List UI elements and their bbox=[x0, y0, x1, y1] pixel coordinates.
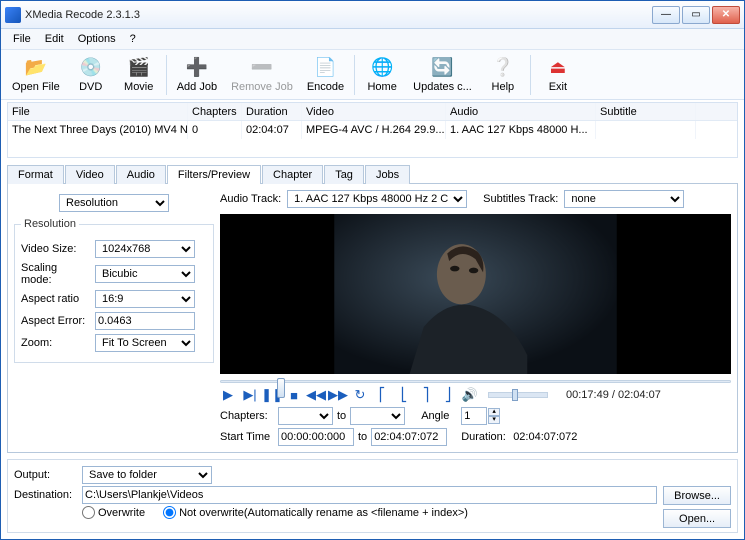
mark-out-button[interactable]: ⎦ bbox=[440, 387, 456, 403]
dvd-button[interactable]: 💿DVD bbox=[67, 53, 115, 97]
seek-slider[interactable] bbox=[220, 380, 731, 383]
audio-track-select[interactable]: 1. AAC 127 Kbps 48000 Hz 2 Channe bbox=[287, 190, 467, 208]
loop-button[interactable]: ↻ bbox=[352, 387, 368, 403]
tab-audio[interactable]: Audio bbox=[116, 165, 166, 184]
tab-jobs[interactable]: Jobs bbox=[365, 165, 410, 184]
movie-button[interactable]: 🎬Movie bbox=[115, 53, 163, 97]
plus-icon: ➕ bbox=[186, 57, 208, 79]
angle-up[interactable]: ▴ bbox=[488, 408, 500, 416]
aspect-error-field[interactable] bbox=[95, 312, 195, 330]
seek-thumb[interactable] bbox=[277, 378, 285, 398]
minimize-button[interactable]: — bbox=[652, 6, 680, 24]
col-chapters[interactable]: Chapters bbox=[188, 103, 242, 120]
tab-filters-preview[interactable]: Filters/Preview bbox=[167, 165, 261, 184]
refresh-icon: 🔄 bbox=[432, 57, 454, 79]
filters-panel: Resolution Resolution Video Size:1024x76… bbox=[7, 184, 738, 453]
col-file[interactable]: File bbox=[8, 103, 188, 120]
tab-chapter[interactable]: Chapter bbox=[262, 165, 323, 184]
menu-help[interactable]: ? bbox=[124, 31, 142, 47]
resolution-group: Resolution Video Size:1024x768 Scaling m… bbox=[14, 218, 214, 363]
browse-button[interactable]: Browse... bbox=[663, 486, 731, 505]
next-frame-button[interactable]: ▶| bbox=[242, 387, 258, 403]
scaling-mode-select[interactable]: Bicubic bbox=[95, 265, 195, 283]
encode-icon: 📄 bbox=[315, 57, 337, 79]
tab-tag[interactable]: Tag bbox=[324, 165, 364, 184]
end-time-field[interactable] bbox=[371, 428, 447, 446]
window-title: XMedia Recode 2.3.1.3 bbox=[25, 9, 652, 21]
toolbar: 📂Open File 💿DVD 🎬Movie ➕Add Job ➖Remove … bbox=[1, 50, 744, 100]
aspect-ratio-select[interactable]: 16:9 bbox=[95, 290, 195, 308]
titlebar: XMedia Recode 2.3.1.3 — ▭ ✕ bbox=[1, 1, 744, 29]
exit-icon: ⏏ bbox=[547, 57, 569, 79]
mark-a-button[interactable]: ⎣ bbox=[396, 387, 412, 403]
file-grid: File Chapters Duration Video Audio Subti… bbox=[7, 102, 738, 158]
maximize-button[interactable]: ▭ bbox=[682, 6, 710, 24]
preview-frame bbox=[220, 214, 731, 374]
file-row[interactable]: The Next Three Days (2010) MV4 NL ... 0 … bbox=[8, 121, 737, 139]
play-button[interactable]: ▶ bbox=[220, 387, 236, 403]
tab-video[interactable]: Video bbox=[65, 165, 115, 184]
close-button[interactable]: ✕ bbox=[712, 6, 740, 24]
help-button[interactable]: ❔Help bbox=[479, 53, 527, 97]
chapter-from-select[interactable] bbox=[278, 407, 333, 425]
open-file-button[interactable]: 📂Open File bbox=[5, 53, 67, 97]
mark-in-button[interactable]: ⎡ bbox=[374, 387, 390, 403]
menubar: File Edit Options ? bbox=[1, 29, 744, 50]
angle-down[interactable]: ▾ bbox=[488, 416, 500, 424]
menu-file[interactable]: File bbox=[7, 31, 37, 47]
angle-stepper[interactable]: ▴▾ bbox=[461, 407, 500, 425]
app-icon bbox=[5, 7, 21, 23]
col-video[interactable]: Video bbox=[302, 103, 446, 120]
encode-button[interactable]: 📄Encode bbox=[300, 53, 351, 97]
video-preview bbox=[220, 214, 731, 374]
time-display: 00:17:49 / 02:04:07 bbox=[566, 389, 661, 401]
stop-button[interactable]: ■ bbox=[286, 387, 302, 403]
col-audio[interactable]: Audio bbox=[446, 103, 596, 120]
not-overwrite-radio[interactable]: Not overwrite(Automatically rename as <f… bbox=[163, 506, 468, 519]
help-icon: ❔ bbox=[492, 57, 514, 79]
film-icon: 🎬 bbox=[128, 57, 150, 79]
destination-field[interactable] bbox=[82, 486, 657, 504]
open-button[interactable]: Open... bbox=[663, 509, 731, 528]
exit-button[interactable]: ⏏Exit bbox=[534, 53, 582, 97]
home-button[interactable]: 🌐Home bbox=[358, 53, 406, 97]
col-subtitle[interactable]: Subtitle bbox=[596, 103, 696, 120]
chapter-to-select[interactable] bbox=[350, 407, 405, 425]
forward-button[interactable]: ▶▶ bbox=[330, 387, 346, 403]
col-duration[interactable]: Duration bbox=[242, 103, 302, 120]
volume-slider[interactable] bbox=[488, 392, 548, 398]
updates-button[interactable]: 🔄Updates c... bbox=[406, 53, 479, 97]
remove-job-button: ➖Remove Job bbox=[224, 53, 300, 97]
volume-icon[interactable]: 🔊 bbox=[462, 387, 478, 403]
menu-edit[interactable]: Edit bbox=[39, 31, 70, 47]
disc-icon: 💿 bbox=[80, 57, 102, 79]
tab-format[interactable]: Format bbox=[7, 165, 64, 184]
minus-icon: ➖ bbox=[251, 57, 273, 79]
mark-b-button[interactable]: ⎤ bbox=[418, 387, 434, 403]
overwrite-radio[interactable]: Overwrite bbox=[82, 506, 145, 519]
playback-controls: ▶ ▶| ❚❚ ■ ◀◀ ▶▶ ↻ ⎡ ⎣ ⎤ ⎦ 🔊 00:17:49 / 0… bbox=[220, 387, 731, 403]
globe-icon: 🌐 bbox=[371, 57, 393, 79]
output-mode-select[interactable]: Save to folder bbox=[82, 466, 212, 484]
rewind-button[interactable]: ◀◀ bbox=[308, 387, 324, 403]
duration-value: 02:04:07:072 bbox=[513, 431, 577, 443]
menu-options[interactable]: Options bbox=[72, 31, 122, 47]
folder-open-icon: 📂 bbox=[25, 57, 47, 79]
output-section: Output: Save to folder Destination: Over… bbox=[7, 459, 738, 533]
add-job-button[interactable]: ➕Add Job bbox=[170, 53, 224, 97]
filter-select[interactable]: Resolution bbox=[59, 194, 169, 212]
tabs: Format Video Audio Filters/Preview Chapt… bbox=[7, 164, 738, 184]
zoom-select[interactable]: Fit To Screen bbox=[95, 334, 195, 352]
subtitles-track-select[interactable]: none bbox=[564, 190, 684, 208]
video-size-select[interactable]: 1024x768 bbox=[95, 240, 195, 258]
start-time-field[interactable] bbox=[278, 428, 354, 446]
